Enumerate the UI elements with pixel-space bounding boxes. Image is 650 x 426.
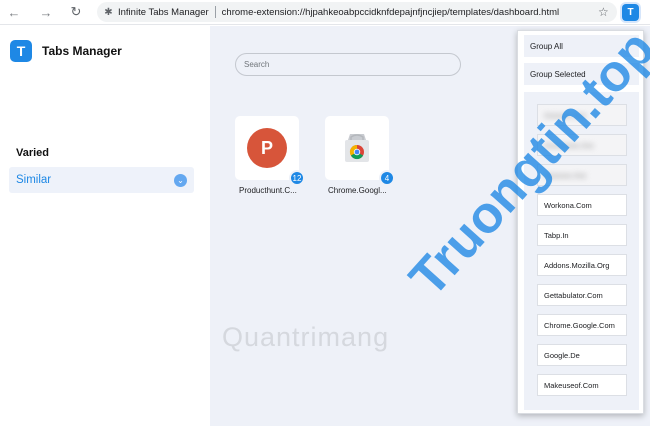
reload-icon[interactable]: ↻: [66, 2, 86, 22]
chrome-web-store-icon: [345, 134, 369, 162]
tab-group-tile-producthunt[interactable]: P 12: [235, 116, 305, 186]
domain-item[interactable]: Google.De: [537, 344, 627, 366]
domain-list: Xxxxxxx.Xxx Xxxxxxxxx.Xxx Xxxxxxx.Xxx Wo…: [524, 92, 639, 410]
back-arrow-icon[interactable]: ←: [4, 2, 24, 22]
domain-item-blurred[interactable]: Xxxxxxxxx.Xxx: [537, 134, 627, 156]
domain-item-blurred[interactable]: Xxxxxxx.Xxx: [537, 104, 627, 126]
producthunt-icon: P: [247, 128, 287, 168]
chevron-down-icon[interactable]: ⌄: [174, 174, 187, 187]
extension-name: Infinite Tabs Manager: [118, 6, 209, 18]
search-input[interactable]: [235, 53, 461, 76]
bookmark-star-icon[interactable]: ☆: [598, 5, 609, 19]
domain-item[interactable]: Workona.Com: [537, 194, 627, 216]
address-bar[interactable]: ✱ Infinite Tabs Manager chrome-extension…: [97, 2, 617, 22]
tile-label-producthunt: Producthunt.C...: [239, 186, 297, 195]
tab-count-badge: 12: [289, 170, 305, 186]
tabs-manager-popup: Group All Group Selected Xxxxxxx.Xxx Xxx…: [517, 30, 644, 414]
domain-item[interactable]: Makeuseof.Com: [537, 374, 627, 396]
tile-label-chrome-google: Chrome.Googl...: [328, 186, 387, 195]
sidebar: T Tabs Manager Varied Similar ⌄: [0, 26, 210, 426]
forward-arrow-icon[interactable]: →: [36, 2, 56, 22]
browser-window: ← → ↻ ✱ Infinite Tabs Manager chrome-ext…: [0, 0, 650, 426]
category-similar-label: Similar: [16, 174, 52, 186]
category-varied[interactable]: Varied: [16, 147, 49, 159]
domain-item[interactable]: Gettabulator.Com: [537, 284, 627, 306]
domain-item-blurred[interactable]: Xxxxxxx.Xxx: [537, 164, 627, 186]
domain-item[interactable]: Chrome.Google.Com: [537, 314, 627, 336]
app-logo-icon: T: [10, 40, 32, 62]
group-selected-button[interactable]: Group Selected: [524, 63, 639, 85]
app-title: Tabs Manager: [42, 44, 122, 58]
address-separator: [214, 6, 216, 18]
category-similar[interactable]: Similar ⌄: [9, 167, 194, 193]
domain-item[interactable]: Addons.Mozilla.Org: [537, 254, 627, 276]
url-text: chrome-extension://hjpahkeoabpccidknfdep…: [221, 6, 560, 18]
group-all-button[interactable]: Group All: [524, 35, 639, 57]
tab-group-tile-chrome-google[interactable]: 4: [325, 116, 395, 186]
tabs-manager-extension-button[interactable]: T: [622, 4, 639, 21]
browser-toolbar: ← → ↻ ✱ Infinite Tabs Manager chrome-ext…: [0, 0, 650, 25]
watermark-quantrimang: Quantrimang: [222, 322, 390, 352]
domain-item[interactable]: Tabp.In: [537, 224, 627, 246]
puzzle-icon: ✱: [104, 6, 113, 18]
tab-count-badge: 4: [379, 170, 395, 186]
